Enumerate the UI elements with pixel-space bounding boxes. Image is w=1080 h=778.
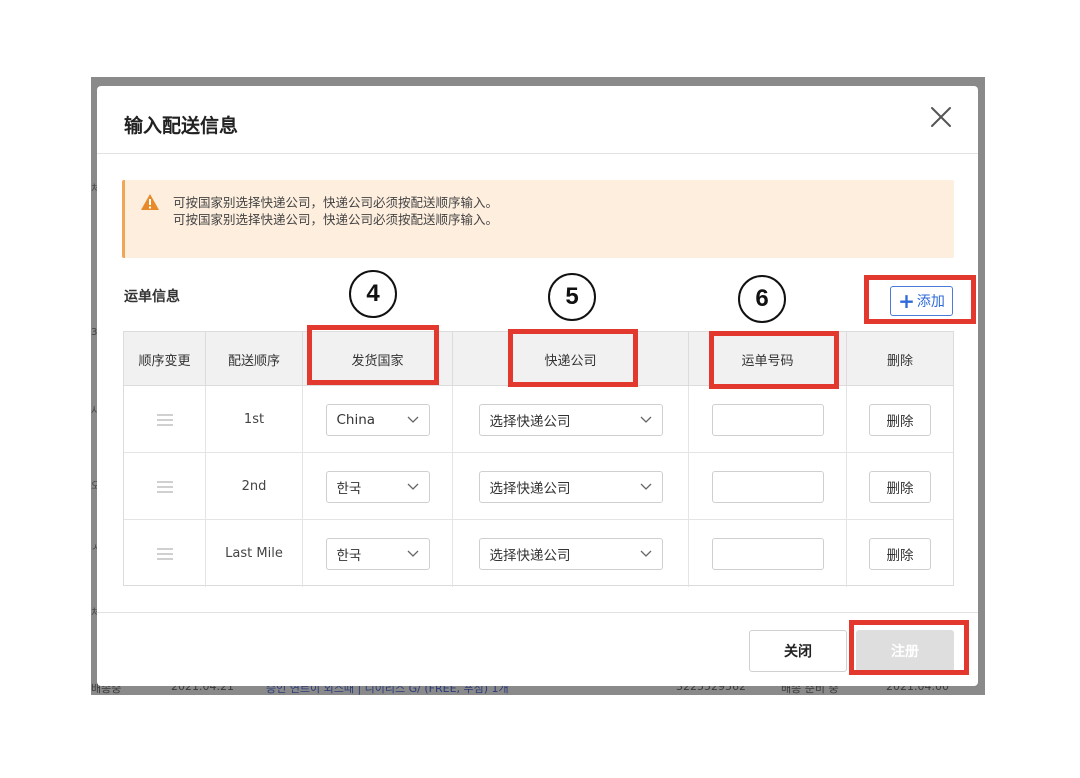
chevron-down-icon bbox=[640, 483, 651, 490]
delete-row-button[interactable]: 删除 bbox=[869, 537, 931, 570]
register-button[interactable]: 注册 bbox=[856, 630, 954, 672]
warning-banner: 可按国家别选择快递公司，快递公司必须按配送顺序输入。 可按国家别选择快递公司，快… bbox=[122, 180, 954, 258]
tracking-number-input[interactable] bbox=[711, 537, 824, 570]
delete-cell: 删除 bbox=[847, 520, 953, 587]
header-delivery-order: 配送顺序 bbox=[206, 332, 303, 386]
chevron-down-icon bbox=[640, 416, 651, 423]
delivery-order: 1st bbox=[206, 386, 303, 453]
delete-row-button[interactable]: 删除 bbox=[869, 470, 931, 503]
courier-select[interactable]: 选择快递公司 bbox=[478, 537, 663, 570]
courier-cell: 选择快递公司 bbox=[453, 386, 689, 453]
footer-divider bbox=[97, 612, 978, 613]
bg-edge-text: 사 bbox=[91, 406, 101, 417]
bg-edge-text: 3 bbox=[91, 327, 98, 338]
tracking-number-input[interactable] bbox=[711, 470, 824, 503]
close-icon[interactable] bbox=[928, 104, 954, 130]
country-select[interactable]: 한국 bbox=[325, 537, 430, 570]
country-select-value: China bbox=[336, 411, 376, 428]
country-select-value: 한국 bbox=[336, 480, 362, 497]
warning-text: 可按国家别选择快递公司，快递公司必须按配送顺序输入。 可按国家别选择快递公司，快… bbox=[173, 194, 498, 228]
drag-handle-icon bbox=[156, 480, 173, 493]
header-ship-country: 发货国家 bbox=[303, 332, 453, 386]
courier-select-value: 选择快递公司 bbox=[489, 480, 571, 497]
header-courier: 快递公司 bbox=[453, 332, 689, 386]
courier-select-value: 选择快递公司 bbox=[489, 413, 571, 430]
country-select-value: 한국 bbox=[336, 547, 362, 564]
bg-edge-text: 처 bbox=[91, 608, 101, 619]
country-cell: 한국 bbox=[303, 453, 453, 520]
warning-line: 可按国家别选择快递公司，快递公司必须按配送顺序输入。 bbox=[173, 212, 499, 227]
courier-select[interactable]: 选择快递公司 bbox=[478, 403, 663, 436]
warning-triangle-icon bbox=[141, 194, 159, 210]
delivery-order: Last Mile bbox=[206, 520, 303, 587]
courier-select[interactable]: 选择快递公司 bbox=[478, 470, 663, 503]
warning-line: 可按国家别选择快递公司，快递公司必须按配送顺序输入。 bbox=[173, 195, 499, 210]
drag-handle[interactable] bbox=[124, 453, 206, 520]
chevron-down-icon bbox=[407, 416, 418, 423]
delivery-order: 2nd bbox=[206, 453, 303, 520]
add-button[interactable]: + 添加 bbox=[890, 286, 953, 316]
section-label-waybill: 运单信息 bbox=[124, 289, 180, 305]
drag-handle-icon bbox=[156, 547, 173, 560]
modal-title: 输入配送信息 bbox=[124, 115, 239, 137]
table-row: 1st China 选择快递公司 删除 bbox=[124, 386, 953, 453]
table-row: Last Mile 한국 选择快递公司 删除 bbox=[124, 520, 953, 587]
tracking-cell bbox=[689, 453, 847, 520]
courier-cell: 选择快递公司 bbox=[453, 520, 689, 587]
courier-cell: 选择快递公司 bbox=[453, 453, 689, 520]
chevron-down-icon bbox=[407, 483, 418, 490]
step-number-6: 6 bbox=[738, 275, 786, 323]
chevron-down-icon bbox=[407, 550, 418, 557]
step-number-5: 5 bbox=[548, 273, 596, 321]
country-cell: China bbox=[303, 386, 453, 453]
header-tracking-number: 运单号码 bbox=[689, 332, 847, 386]
tracking-number-input[interactable] bbox=[711, 403, 824, 436]
delete-cell: 删除 bbox=[847, 453, 953, 520]
table-header: 顺序变更 配送顺序 发货国家 快递公司 运单号码 删除 bbox=[124, 332, 953, 386]
bg-edge-text: ㅅ bbox=[91, 543, 101, 554]
tracking-cell bbox=[689, 520, 847, 587]
step-number-4: 4 bbox=[349, 270, 397, 318]
bg-edge-text: 오 bbox=[91, 481, 101, 492]
shipping-info-modal: 输入配送信息 可按国家别选择快递公司，快递公司必须按配送顺序输入。 可按国家别选… bbox=[97, 86, 978, 686]
shipping-table: 顺序变更 配送顺序 发货国家 快递公司 运单号码 删除 1st China 选择… bbox=[123, 331, 954, 587]
close-button[interactable]: 关闭 bbox=[749, 630, 847, 672]
bg-edge-text: 처 bbox=[91, 184, 101, 195]
country-select[interactable]: China bbox=[325, 403, 430, 436]
chevron-down-icon bbox=[640, 550, 651, 557]
header-order-change: 顺序变更 bbox=[124, 332, 206, 386]
tracking-cell bbox=[689, 386, 847, 453]
country-select[interactable]: 한국 bbox=[325, 470, 430, 503]
drag-handle[interactable] bbox=[124, 386, 206, 453]
courier-select-value: 选择快递公司 bbox=[489, 547, 571, 564]
delete-cell: 删除 bbox=[847, 386, 953, 453]
table-row: 2nd 한국 选择快递公司 删除 bbox=[124, 453, 953, 520]
plus-icon: + bbox=[898, 289, 915, 313]
header-delete: 删除 bbox=[886, 353, 913, 369]
header-divider bbox=[97, 153, 978, 154]
country-cell: 한국 bbox=[303, 520, 453, 587]
drag-handle-icon bbox=[156, 413, 173, 426]
delete-row-button[interactable]: 删除 bbox=[869, 403, 931, 436]
drag-handle[interactable] bbox=[124, 520, 206, 587]
add-button-label: 添加 bbox=[916, 294, 945, 310]
